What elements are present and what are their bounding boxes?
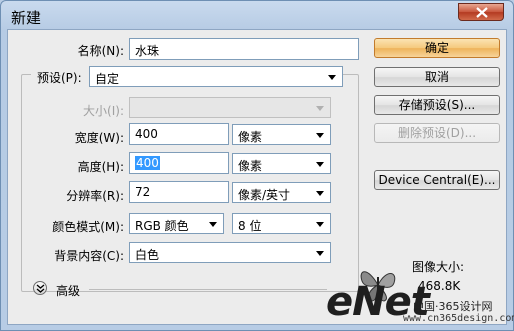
preset-label: 预设(P):: [31, 69, 93, 86]
width-unit-value: 像素: [238, 130, 263, 144]
color-mode-label: 颜色模式(M):: [52, 220, 124, 234]
resolution-unit-dropdown[interactable]: 像素/英寸: [232, 182, 331, 203]
height-label: 高度(H):: [77, 160, 124, 174]
chevron-down-icon: [209, 222, 217, 227]
resolution-field[interactable]: 72: [129, 181, 229, 203]
background-dropdown[interactable]: 白色: [129, 242, 331, 263]
size-dropdown: [129, 97, 331, 118]
height-field[interactable]: 400: [129, 152, 229, 174]
bit-depth-dropdown[interactable]: 8 位: [232, 213, 331, 234]
chevron-down-icon: [316, 133, 324, 138]
chevron-down-icon: [316, 106, 324, 111]
watermark-url: www.cn365design.com: [403, 313, 514, 324]
chevron-down-icon: [316, 191, 324, 196]
chevron-down-icon: [316, 251, 324, 256]
height-value: 400: [135, 156, 160, 170]
background-value: 白色: [135, 248, 160, 262]
delete-preset-button: 删除预设(D)...: [374, 123, 500, 143]
preset-dropdown[interactable]: 自定: [89, 66, 343, 87]
advanced-toggle-button[interactable]: [33, 281, 47, 295]
advanced-divider: [89, 289, 327, 290]
chevron-down-icon: [316, 222, 324, 227]
chevron-double-down-icon: [36, 284, 45, 293]
advanced-label[interactable]: 高级: [56, 282, 80, 299]
title-bar[interactable]: 新建: [1, 1, 513, 29]
color-mode-value: RGB 颜色: [135, 219, 189, 233]
close-button[interactable]: [458, 3, 504, 21]
ok-button[interactable]: 确定: [374, 38, 500, 58]
width-unit-dropdown[interactable]: 像素: [232, 124, 331, 145]
name-label: 名称(N):: [77, 44, 124, 58]
height-unit-value: 像素: [238, 159, 263, 173]
height-unit-dropdown[interactable]: 像素: [232, 153, 331, 174]
save-preset-button[interactable]: 存储预设(S)...: [374, 95, 500, 115]
chevron-down-icon: [328, 75, 336, 80]
name-field[interactable]: 水珠: [129, 38, 359, 60]
resolution-label: 分辨率(R):: [66, 189, 124, 203]
resolution-unit-value: 像素/英寸: [238, 188, 291, 202]
new-document-dialog: 新建 名称(N): 水珠 预设(P): 自定 大小(I): 宽度(W): 400…: [0, 0, 514, 331]
close-icon: [476, 7, 488, 18]
width-label: 宽度(W):: [74, 131, 124, 145]
width-field[interactable]: 400: [129, 123, 229, 145]
device-central-button[interactable]: Device Central(E)...: [374, 170, 500, 190]
image-size-label: 图像大小:: [412, 260, 465, 274]
background-label: 背景内容(C):: [54, 249, 124, 263]
preset-value: 自定: [95, 72, 120, 86]
color-mode-dropdown[interactable]: RGB 颜色: [129, 213, 224, 234]
chevron-down-icon: [316, 162, 324, 167]
watermark-cn-text: 中国·365设计网: [413, 300, 493, 313]
size-label: 大小(I):: [83, 104, 124, 118]
bit-depth-value: 8 位: [238, 219, 262, 233]
window-title: 新建: [11, 9, 42, 27]
cancel-button[interactable]: 取消: [374, 67, 500, 87]
